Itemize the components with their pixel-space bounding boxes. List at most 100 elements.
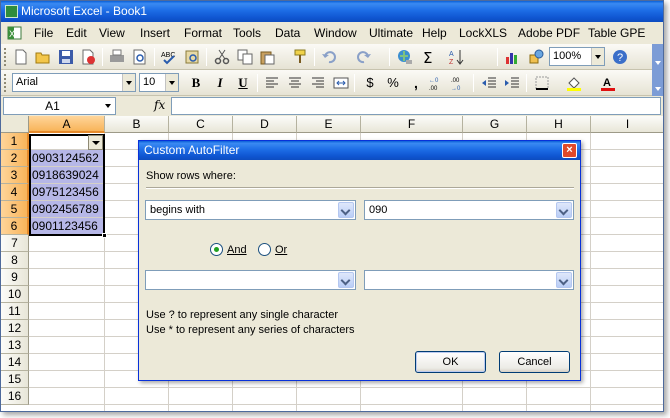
- sort-ascending-icon[interactable]: AZ: [449, 49, 465, 65]
- chevron-down-icon[interactable]: [277, 49, 283, 65]
- spelling-icon[interactable]: ABC: [161, 49, 177, 65]
- condition2-operator-select[interactable]: [145, 270, 356, 290]
- column-header-c[interactable]: C: [169, 116, 233, 133]
- open-icon[interactable]: [35, 49, 51, 65]
- permission-icon[interactable]: [80, 49, 96, 65]
- decrease-decimal-icon[interactable]: .00→0: [451, 75, 467, 91]
- menu-tools[interactable]: Tools: [233, 26, 261, 40]
- column-header-i[interactable]: I: [591, 116, 663, 133]
- merge-center-icon[interactable]: [333, 75, 349, 91]
- toolbar-grip[interactable]: [4, 74, 7, 92]
- cancel-button[interactable]: Cancel: [499, 351, 570, 373]
- close-icon[interactable]: ×: [562, 143, 577, 158]
- zoom-select[interactable]: 100%: [549, 47, 605, 66]
- print-icon[interactable]: [109, 49, 125, 65]
- underline-button[interactable]: U: [235, 75, 251, 91]
- select-all-corner[interactable]: [1, 116, 29, 133]
- row-header-6[interactable]: 6: [1, 218, 29, 235]
- row-header-14[interactable]: 14: [1, 354, 29, 371]
- menu-insert[interactable]: Insert: [140, 26, 170, 40]
- chevron-down-icon[interactable]: [556, 272, 572, 288]
- row-header-11[interactable]: 11: [1, 303, 29, 320]
- row-header-16[interactable]: 16: [1, 388, 29, 405]
- autosum-icon[interactable]: Σ: [421, 49, 437, 65]
- chevron-down-icon[interactable]: [122, 74, 135, 91]
- row-header-4[interactable]: 4: [1, 184, 29, 201]
- format-painter-icon[interactable]: [292, 49, 308, 65]
- bold-button[interactable]: B: [188, 75, 204, 91]
- save-icon[interactable]: [58, 49, 74, 65]
- chevron-down-icon[interactable]: [438, 49, 444, 65]
- row-header-5[interactable]: 5: [1, 201, 29, 218]
- menu-adobe-pdf[interactable]: Adobe PDF: [518, 26, 580, 40]
- align-left-icon[interactable]: [264, 75, 280, 91]
- font-name-select[interactable]: Arial: [12, 73, 136, 92]
- paste-icon[interactable]: [259, 49, 275, 65]
- chart-wizard-icon[interactable]: [504, 49, 520, 65]
- condition1-operator-select[interactable]: begins with: [145, 200, 356, 220]
- hyperlink-icon[interactable]: [397, 49, 413, 65]
- font-size-select[interactable]: 10: [139, 73, 179, 92]
- borders-icon[interactable]: [534, 75, 550, 91]
- column-header-a[interactable]: A: [29, 116, 105, 133]
- currency-button[interactable]: $: [362, 75, 378, 91]
- row-header-8[interactable]: 8: [1, 252, 29, 269]
- increase-indent-icon[interactable]: [504, 75, 520, 91]
- row-header-12[interactable]: 12: [1, 320, 29, 337]
- decrease-indent-icon[interactable]: [481, 75, 497, 91]
- row-header-13[interactable]: 13: [1, 337, 29, 354]
- menu-data[interactable]: Data: [275, 26, 300, 40]
- or-label[interactable]: Or: [275, 244, 287, 256]
- chevron-down-icon[interactable]: [591, 48, 604, 65]
- align-right-icon[interactable]: [310, 75, 326, 91]
- row-header-1[interactable]: 1: [1, 133, 29, 150]
- row-header-2[interactable]: 2: [1, 150, 29, 167]
- cut-icon[interactable]: [214, 49, 230, 65]
- print-preview-icon[interactable]: [132, 49, 148, 65]
- increase-decimal-icon[interactable]: ←0.00: [429, 75, 445, 91]
- column-header-g[interactable]: G: [463, 116, 527, 133]
- column-header-f[interactable]: F: [361, 116, 463, 133]
- font-color-icon[interactable]: A: [600, 75, 616, 91]
- redo-icon[interactable]: [356, 49, 372, 65]
- align-center-icon[interactable]: [287, 75, 303, 91]
- menu-view[interactable]: View: [99, 26, 125, 40]
- italic-button[interactable]: I: [212, 75, 228, 91]
- name-box[interactable]: A1: [3, 97, 116, 115]
- menu-ultimate[interactable]: Ultimate: [369, 26, 413, 40]
- row-header-9[interactable]: 9: [1, 269, 29, 286]
- or-radio[interactable]: [258, 243, 271, 256]
- row-header-10[interactable]: 10: [1, 286, 29, 303]
- menu-lockxls[interactable]: LockXLS: [459, 26, 507, 40]
- chevron-down-icon[interactable]: [165, 74, 178, 91]
- fill-color-icon[interactable]: [566, 75, 582, 91]
- column-header-d[interactable]: D: [233, 116, 297, 133]
- toolbar-options-icon[interactable]: [652, 44, 663, 70]
- workbook-menu-icon[interactable]: X: [7, 25, 23, 41]
- chevron-down-icon[interactable]: [338, 272, 354, 288]
- row-header-3[interactable]: 3: [1, 167, 29, 184]
- and-label[interactable]: And: [227, 244, 247, 256]
- insert-function-icon[interactable]: fx: [154, 98, 165, 112]
- condition1-value-select[interactable]: 090: [364, 200, 574, 220]
- undo-icon[interactable]: [321, 49, 337, 65]
- ok-button[interactable]: OK: [415, 351, 486, 373]
- chevron-down-icon[interactable]: [102, 98, 115, 114]
- menu-table-gpe[interactable]: Table GPE: [588, 26, 645, 40]
- chevron-down-icon[interactable]: [338, 202, 354, 218]
- research-icon[interactable]: [184, 49, 200, 65]
- menu-help[interactable]: Help: [422, 26, 447, 40]
- new-icon[interactable]: [13, 49, 29, 65]
- row-header-15[interactable]: 15: [1, 371, 29, 388]
- formula-input[interactable]: [171, 97, 661, 115]
- menu-file[interactable]: File: [34, 26, 53, 40]
- fill-handle[interactable]: [102, 233, 107, 238]
- copy-icon[interactable]: [237, 49, 253, 65]
- menu-edit[interactable]: Edit: [66, 26, 87, 40]
- column-header-e[interactable]: E: [297, 116, 361, 133]
- drawing-icon[interactable]: [528, 49, 544, 65]
- menu-format[interactable]: Format: [184, 26, 222, 40]
- toolbar-grip[interactable]: [4, 48, 7, 66]
- and-radio[interactable]: [210, 243, 223, 256]
- condition2-value-select[interactable]: [364, 270, 574, 290]
